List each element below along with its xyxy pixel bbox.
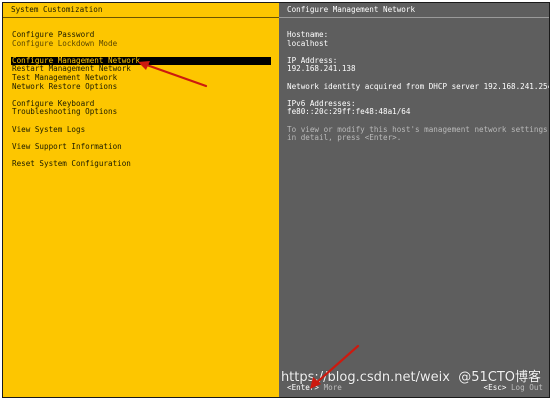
menu-item-network-restore-options[interactable]: Network Restore Options [11,82,271,92]
dhcp-identity-text: Network identity acquired from DHCP serv… [287,81,550,91]
left-panel-title: System Customization [3,3,279,18]
menu-item-view-support-information[interactable]: View Support Information [11,142,271,152]
esc-key-hint[interactable]: <Esc> Log Out [484,383,543,393]
configure-management-network-panel: Configure Management Network Hostname: l… [279,3,549,397]
menu-item-troubleshooting-options[interactable]: Troubleshooting Options [11,108,271,117]
right-panel-title: Configure Management Network [279,3,549,18]
ip-address-value: 192.168.241.138 [287,64,356,74]
help-text: To view or modify this host's management… [287,124,548,143]
ipv6-address-value: fe80::20c:29ff:fe48:48a1/64 [287,107,411,117]
network-info: Hostname: localhost IP Address: 192.168.… [287,30,550,143]
menu-item-reset-system-configuration[interactable]: Reset System Configuration [11,159,271,169]
menu-item-configure-lockdown-mode[interactable]: Configure Lockdown Mode [11,39,271,49]
watermark-text: https://blog.csdn.net/weix @51CTO博客 [280,370,541,385]
customization-menu: Configure Password Configure Lockdown Mo… [11,30,271,169]
menu-item-view-system-logs[interactable]: View System Logs [11,125,271,135]
enter-key-hint[interactable]: <Enter> More [287,383,342,393]
hostname-value: localhost [287,38,329,48]
system-customization-panel: System Customization Configure Password … [3,3,279,397]
key-hints-footer: <Enter> More <Esc> Log Out [287,383,543,393]
esxi-dcui-screen: System Customization Configure Password … [2,2,550,398]
